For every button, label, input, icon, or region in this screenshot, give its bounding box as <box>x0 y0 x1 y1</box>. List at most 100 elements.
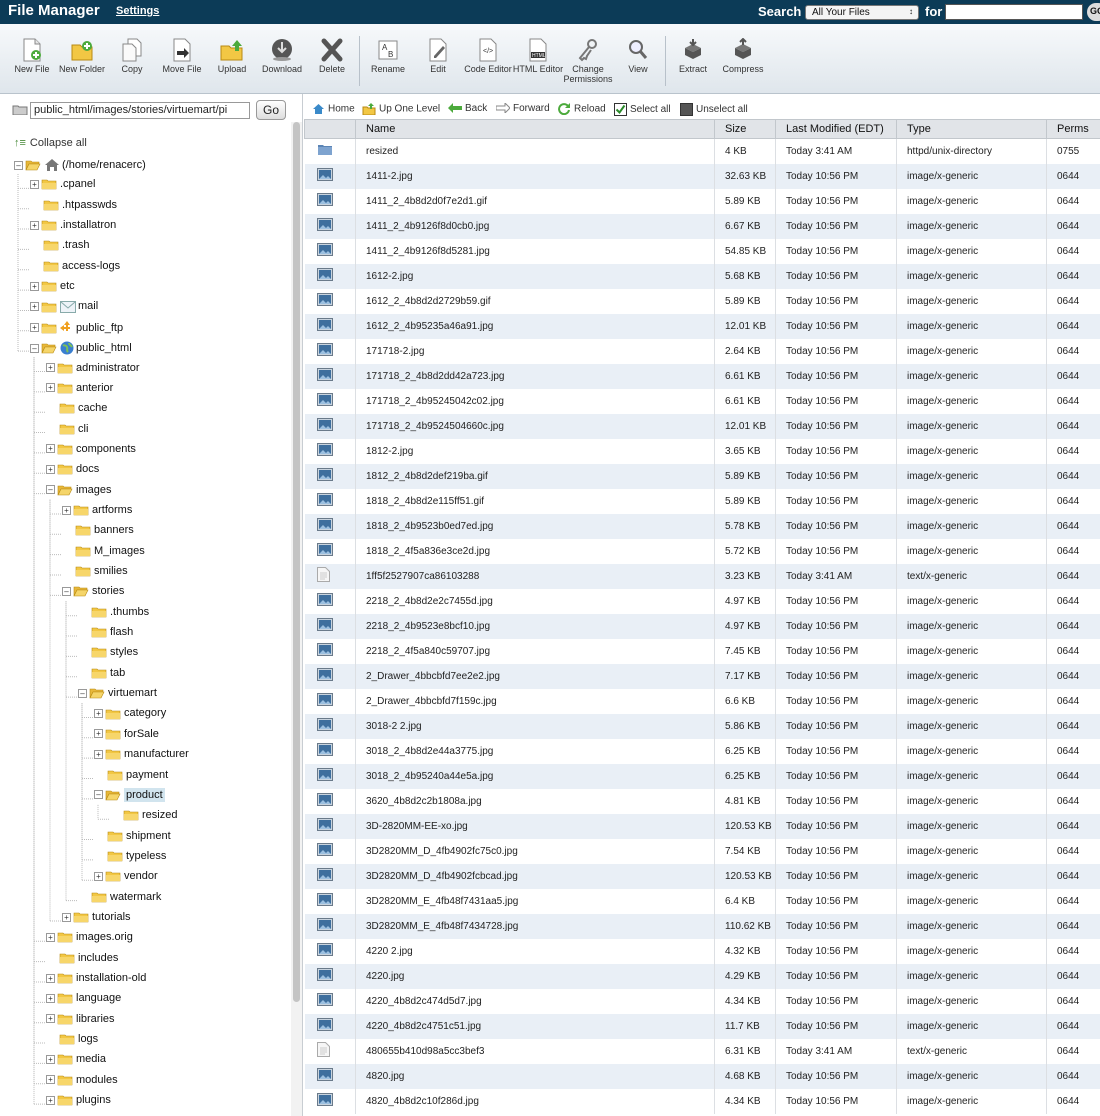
expand-icon[interactable]: + <box>46 363 55 373</box>
file-name-cell[interactable]: 2_Drawer_4bbcbfd7f159c.jpg <box>355 688 715 714</box>
file-icon-cell[interactable] <box>304 413 356 439</box>
file-row[interactable]: 3D2820MM_D_4fb4902fc75c0.jpg 7.54 KB Today… <box>304 838 1100 864</box>
file-name-cell[interactable]: 3018-2 2.jpg <box>355 713 715 739</box>
column-header-size[interactable]: Size <box>714 119 776 139</box>
file-row[interactable]: 3018_2_4b95240a44e5a.jpg 6.25 KB Today 10:… <box>304 763 1100 789</box>
file-icon-cell[interactable] <box>304 513 356 539</box>
file-icon-cell[interactable] <box>304 1063 356 1089</box>
tree-node[interactable]: + media <box>46 1053 106 1073</box>
change-permissions-button[interactable]: Change Permissions <box>560 38 616 84</box>
tree-node[interactable]: payment <box>94 769 168 789</box>
file-row[interactable]: 1612_2_4b95235a46a91.jpg 12.01 KB Today 10… <box>304 313 1100 339</box>
extract-button[interactable]: Extract <box>665 38 721 74</box>
expand-icon[interactable]: + <box>30 323 39 333</box>
column-header-modified[interactable]: Last Modified (EDT) <box>775 119 897 139</box>
file-name-cell[interactable]: 1411_2_4b9126f8d0cb0.jpg <box>355 213 715 239</box>
file-name-cell[interactable]: 2218_2_4f5a840c59707.jpg <box>355 638 715 664</box>
file-row[interactable]: 3D2820MM_D_4fb4902fcbcad.jpg 120.53 KB Tod… <box>304 863 1100 889</box>
expand-icon[interactable]: + <box>46 1014 55 1024</box>
expand-icon[interactable]: + <box>94 729 103 739</box>
file-name-cell[interactable]: 171718-2.jpg <box>355 338 715 364</box>
search-go-button[interactable]: GO <box>1087 3 1100 21</box>
html-editor-button[interactable]: HTML HTML Editor <box>510 38 566 74</box>
file-icon-cell[interactable] <box>304 538 356 564</box>
rename-button[interactable]: AB Rename <box>360 38 416 74</box>
file-row[interactable]: 1411_2_4b8d2d0f7e2d1.gif 5.89 KB Today 10:… <box>304 188 1100 214</box>
tree-node[interactable]: + language <box>46 992 121 1012</box>
tree-node[interactable]: .htpasswds <box>30 199 117 219</box>
tree-node[interactable]: access-logs <box>30 260 120 280</box>
file-row[interactable]: 1812-2.jpg 3.65 KB Today 10:56 PM image/x-g… <box>304 438 1100 464</box>
tree-node[interactable]: + .cpanel <box>30 178 95 198</box>
file-name-cell[interactable]: 1411_2_4b8d2d0f7e2d1.gif <box>355 188 715 214</box>
reload-link[interactable]: Reload <box>558 103 606 115</box>
file-icon-cell[interactable] <box>304 713 356 739</box>
tree-node[interactable]: + tutorials <box>62 911 131 931</box>
tree-node[interactable]: typeless <box>94 850 166 870</box>
expand-icon[interactable]: + <box>46 1075 55 1085</box>
tree-node[interactable]: – public_html <box>30 341 132 361</box>
expand-icon[interactable]: + <box>94 749 103 759</box>
tree-node[interactable]: includes <box>46 952 118 972</box>
expand-icon[interactable]: + <box>30 179 39 189</box>
file-name-cell[interactable]: 1411-2.jpg <box>355 163 715 189</box>
file-icon-cell[interactable] <box>304 163 356 189</box>
tree-node[interactable]: + docs <box>46 463 99 483</box>
file-name-cell[interactable]: 1812-2.jpg <box>355 438 715 464</box>
file-icon-cell[interactable] <box>304 863 356 889</box>
column-header-perms[interactable]: Perms <box>1046 119 1100 139</box>
tree-node[interactable]: M_images <box>62 545 145 565</box>
expand-icon[interactable]: + <box>30 281 39 291</box>
file-row[interactable]: 1612_2_4b8d2d2729b59.gif 5.89 KB Today 10:… <box>304 288 1100 314</box>
file-icon-cell[interactable] <box>304 663 356 689</box>
file-icon-cell[interactable] <box>304 913 356 939</box>
move-file-button[interactable]: Move File <box>154 38 210 74</box>
file-name-cell[interactable]: 3018_2_4b8d2e44a3775.jpg <box>355 738 715 764</box>
tree-node[interactable]: + modules <box>46 1074 118 1094</box>
file-name-cell[interactable]: resized <box>355 138 715 164</box>
file-name-cell[interactable]: 1612_2_4b8d2d2729b59.gif <box>355 288 715 314</box>
file-row[interactable]: 171718_2_4b8d2dd42a723.jpg 6.61 KB Today 1… <box>304 363 1100 389</box>
file-icon-cell[interactable] <box>304 363 356 389</box>
file-icon-cell[interactable] <box>304 988 356 1014</box>
search-scope-select[interactable]: All Your Files ↕ <box>805 5 919 20</box>
tree-node[interactable]: + forSale <box>94 728 159 748</box>
file-name-cell[interactable]: 3D2820MM_E_4fb48f7434728.jpg <box>355 913 715 939</box>
tree-node[interactable]: logs <box>46 1033 98 1053</box>
file-row[interactable]: 171718-2.jpg 2.64 KB Today 10:56 PM image/x… <box>304 338 1100 364</box>
tree-node[interactable]: – virtuemart <box>78 687 157 707</box>
tree-node[interactable]: .thumbs <box>78 606 149 626</box>
file-name-cell[interactable]: 1ff5f2527907ca86103288 <box>355 563 715 589</box>
tree-node[interactable]: cache <box>46 402 107 422</box>
file-row[interactable]: 4820_4b8d2c10f286d.jpg 4.34 KB Today 10:56… <box>304 1088 1100 1114</box>
expand-icon[interactable]: + <box>46 444 55 454</box>
collapse-node-icon[interactable]: – <box>30 343 39 353</box>
back-link[interactable]: Back <box>448 103 487 114</box>
expand-icon[interactable]: + <box>46 993 55 1003</box>
file-row[interactable]: 1818_2_4f5a836e3ce2d.jpg 5.72 KB Today 10:… <box>304 538 1100 564</box>
file-name-cell[interactable]: 3018_2_4b95240a44e5a.jpg <box>355 763 715 789</box>
file-name-cell[interactable]: 2218_2_4b9523e8bcf10.jpg <box>355 613 715 639</box>
tree-node[interactable]: smilies <box>62 565 128 585</box>
file-row[interactable]: 3620_4b8d2c2b1808a.jpg 4.81 KB Today 10:56… <box>304 788 1100 814</box>
collapse-node-icon[interactable]: – <box>62 586 71 596</box>
file-row[interactable]: 171718_2_4b95245042c02.jpg 6.61 KB Today 1… <box>304 388 1100 414</box>
view-button[interactable]: View <box>610 38 666 74</box>
file-name-cell[interactable]: 1818_2_4f5a836e3ce2d.jpg <box>355 538 715 564</box>
file-icon-cell[interactable] <box>304 463 356 489</box>
file-icon-cell[interactable] <box>304 838 356 864</box>
tree-node[interactable]: + manufacturer <box>94 748 189 768</box>
file-icon-cell[interactable] <box>304 563 356 589</box>
file-icon-cell[interactable] <box>304 738 356 764</box>
up-one-level-link[interactable]: Up One Level <box>362 103 440 115</box>
tree-node[interactable]: + etc <box>30 280 75 300</box>
file-icon-cell[interactable] <box>304 238 356 264</box>
file-name-cell[interactable]: 2218_2_4b8d2e2c7455d.jpg <box>355 588 715 614</box>
expand-icon[interactable]: + <box>46 932 55 942</box>
tree-node[interactable]: shipment <box>94 830 171 850</box>
file-name-cell[interactable]: 3D2820MM_D_4fb4902fcbcad.jpg <box>355 863 715 889</box>
column-header-icon[interactable] <box>304 119 356 139</box>
tree-node[interactable]: – stories <box>62 585 124 605</box>
expand-icon[interactable]: + <box>94 871 103 881</box>
file-row[interactable]: 4820.jpg 4.68 KB Today 10:56 PM image/x-gen… <box>304 1063 1100 1089</box>
